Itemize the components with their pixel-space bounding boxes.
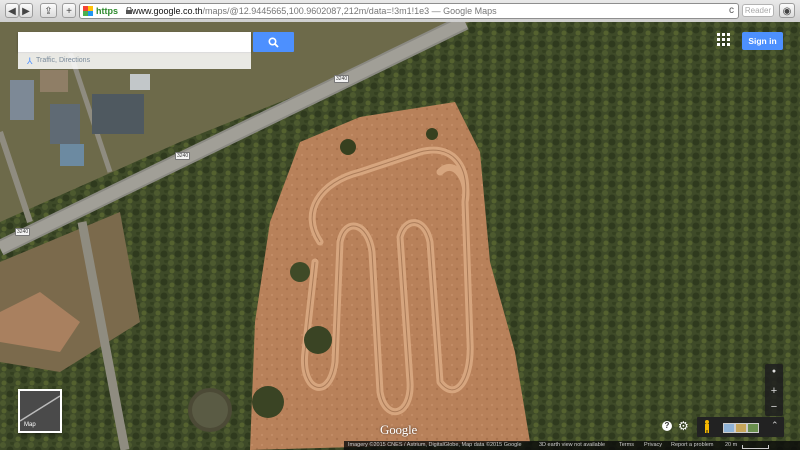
sign-in-button[interactable]: Sign in (742, 32, 783, 50)
search-input[interactable] (18, 32, 251, 52)
url-host: www.google.co.th (132, 6, 203, 16)
directions-label: Traffic, Directions (36, 57, 91, 64)
pegman-icon[interactable] (704, 420, 710, 433)
map-footer: Imagery ©2015 CNES / Astrium, DigitalGlo… (344, 441, 800, 450)
scale-label: 20 m (725, 442, 738, 448)
street-view-strip: ⌃ (697, 417, 784, 437)
photo-thumb[interactable] (723, 423, 735, 433)
earth-notice: 3D earth view not available (539, 442, 606, 448)
browser-toolbar: ◀ ▶ ⇪ + https www.google.co.th/maps/@12.9… (0, 0, 800, 23)
zoom-out-button[interactable]: − (765, 400, 783, 414)
downloads-button[interactable]: ◉ (779, 3, 795, 18)
reader-button[interactable]: Reader (742, 4, 774, 17)
terms-link[interactable]: Terms (619, 441, 634, 450)
satellite-map[interactable]: 3240 3240 3240 (0, 22, 800, 450)
directions-icon: ⅄ (27, 56, 33, 66)
search-button[interactable] (253, 32, 294, 52)
forward-button[interactable]: ▶ (19, 3, 33, 18)
report-problem-link[interactable]: Report a problem (671, 441, 714, 450)
reload-icon[interactable]: c (729, 4, 734, 18)
url-path: /maps/@12.9445665,100.9602087,212m/data=… (202, 6, 430, 16)
url-text: https www.google.co.th/maps/@12.9445665,1… (96, 4, 497, 18)
url-scheme: https (96, 6, 118, 16)
zoom-in-button[interactable]: + (765, 384, 783, 398)
help-icon[interactable]: ? (662, 421, 672, 431)
photo-thumb[interactable] (747, 423, 759, 433)
map-toggle-label: Map (24, 422, 36, 428)
road-label-3240: 3240 (15, 228, 31, 236)
new-tab-button[interactable]: + (62, 3, 76, 18)
search-box (18, 32, 251, 52)
back-button[interactable]: ◀ (5, 3, 19, 18)
directions-row[interactable]: ⅄ Traffic, Directions (18, 52, 251, 69)
photo-thumb[interactable] (735, 423, 747, 433)
zoom-controls: ● + − (765, 364, 783, 416)
google-maps-favicon (83, 6, 93, 16)
share-button[interactable]: ⇪ (40, 3, 57, 18)
road-label-3240: 3240 (175, 152, 191, 160)
expand-icon[interactable]: ⌃ (771, 420, 779, 431)
road-label-3240: 3240 (334, 75, 350, 83)
gear-icon[interactable]: ⚙ (678, 420, 690, 432)
address-bar[interactable]: https www.google.co.th/maps/@12.9445665,1… (79, 3, 739, 19)
scale-bar (742, 445, 769, 449)
privacy-link[interactable]: Privacy (644, 441, 662, 450)
page-title-suffix: — Google Maps (429, 6, 497, 16)
compass-icon[interactable]: ● (765, 365, 783, 379)
google-logo: Google (380, 422, 418, 437)
apps-grid-icon[interactable] (717, 33, 731, 47)
search-icon (268, 37, 279, 48)
imagery-attribution: Imagery ©2015 CNES / Astrium, DigitalGlo… (348, 442, 522, 448)
satellite-imagery (0, 22, 800, 450)
lock-icon (126, 7, 132, 14)
map-view-toggle[interactable]: Map (18, 389, 62, 433)
